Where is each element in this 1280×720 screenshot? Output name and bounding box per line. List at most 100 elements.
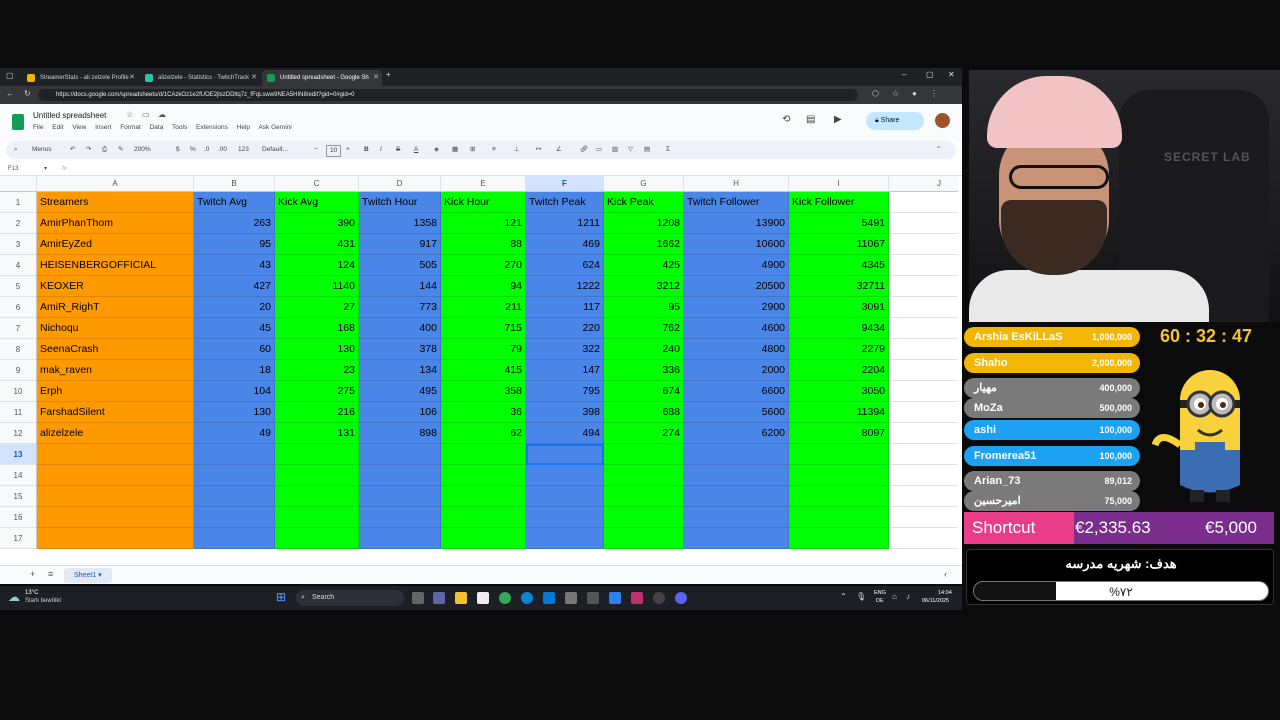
empty-cell[interactable] — [37, 507, 194, 528]
data-cell[interactable]: 773 — [359, 297, 441, 318]
data-cell[interactable]: 2000 — [684, 360, 789, 381]
data-cell[interactable]: 898 — [359, 423, 441, 444]
history-icon[interactable]: ⟲ — [782, 114, 790, 125]
currency-button[interactable]: $ — [176, 141, 180, 159]
clock-date[interactable]: 06/11/2025 — [922, 598, 949, 604]
data-cell[interactable]: 124 — [275, 255, 359, 276]
streamer-name-cell[interactable]: AmirEyZed — [37, 234, 194, 255]
data-cell[interactable]: 4800 — [684, 339, 789, 360]
data-cell[interactable]: 211 — [441, 297, 526, 318]
add-sheet-icon[interactable]: + — [30, 569, 35, 579]
empty-cell[interactable] — [889, 213, 958, 234]
empty-cell[interactable] — [889, 192, 958, 213]
column-header-d[interactable]: D — [359, 176, 441, 192]
data-cell[interactable]: 134 — [359, 360, 441, 381]
select-all-corner[interactable] — [0, 176, 37, 192]
row-header-5[interactable]: 5 — [0, 276, 37, 297]
data-cell[interactable]: 9434 — [789, 318, 889, 339]
empty-cell[interactable] — [889, 465, 958, 486]
edge-icon[interactable] — [521, 592, 533, 604]
explore-icon[interactable]: ‹ — [944, 569, 947, 579]
task-view-icon[interactable] — [412, 592, 424, 604]
profile-icon[interactable]: ● — [912, 89, 917, 98]
data-cell[interactable]: 95 — [194, 234, 275, 255]
header-cell[interactable]: Kick Avg — [275, 192, 359, 213]
column-header-a[interactable]: A — [37, 176, 194, 192]
data-cell[interactable]: 62 — [441, 423, 526, 444]
column-header-b[interactable]: B — [194, 176, 275, 192]
row-header-2[interactable]: 2 — [0, 213, 37, 234]
data-cell[interactable]: 275 — [275, 381, 359, 402]
data-cell[interactable]: 32711 — [789, 276, 889, 297]
menu-insert[interactable]: Insert — [95, 124, 111, 131]
data-cell[interactable]: 106 — [359, 402, 441, 423]
new-tab-button[interactable]: + — [386, 70, 391, 79]
data-cell[interactable]: 358 — [441, 381, 526, 402]
data-cell[interactable]: 427 — [194, 276, 275, 297]
data-cell[interactable]: 6200 — [684, 423, 789, 444]
undo-icon[interactable]: ↶ — [70, 141, 75, 159]
empty-cell[interactable] — [194, 465, 275, 486]
reload-icon[interactable]: ↻ — [24, 89, 31, 98]
data-cell[interactable]: 495 — [359, 381, 441, 402]
empty-cell[interactable] — [194, 444, 275, 465]
column-header-e[interactable]: E — [441, 176, 526, 192]
meet-icon[interactable]: ▶ — [834, 114, 842, 125]
empty-cell[interactable] — [789, 507, 889, 528]
header-cell[interactable]: Twitch Peak — [526, 192, 604, 213]
data-cell[interactable]: 168 — [275, 318, 359, 339]
empty-cell[interactable] — [789, 486, 889, 507]
empty-cell[interactable] — [526, 528, 604, 549]
font-size-field[interactable]: 10 — [326, 145, 342, 157]
empty-cell[interactable] — [889, 234, 958, 255]
column-header-c[interactable]: C — [275, 176, 359, 192]
row-header-1[interactable]: 1 — [0, 192, 37, 213]
empty-cell[interactable] — [275, 528, 359, 549]
header-cell[interactable]: Twitch Avg — [194, 192, 275, 213]
teams-icon[interactable] — [433, 592, 445, 604]
minimize-icon[interactable]: – — [902, 70, 906, 79]
row-header-13[interactable]: 13 — [0, 444, 37, 465]
close-icon[interactable]: ✕ — [373, 70, 379, 86]
empty-cell[interactable] — [37, 486, 194, 507]
redo-icon[interactable]: ↷ — [86, 141, 91, 159]
data-cell[interactable]: 147 — [526, 360, 604, 381]
italic-button[interactable]: I — [380, 141, 382, 159]
data-cell[interactable]: 4345 — [789, 255, 889, 276]
tray-chevron-icon[interactable]: ⌃ — [840, 592, 847, 601]
data-cell[interactable]: 130 — [194, 402, 275, 423]
data-cell[interactable]: 3091 — [789, 297, 889, 318]
empty-cell[interactable] — [889, 402, 958, 423]
zoom-select[interactable]: 200% — [134, 141, 151, 159]
data-cell[interactable]: 1211 — [526, 213, 604, 234]
data-cell[interactable]: 715 — [441, 318, 526, 339]
menu-data[interactable]: Data — [150, 124, 164, 131]
column-header-i[interactable]: I — [789, 176, 889, 192]
data-cell[interactable]: 131 — [275, 423, 359, 444]
streamer-name-cell[interactable]: KEOXER — [37, 276, 194, 297]
data-cell[interactable]: 2279 — [789, 339, 889, 360]
empty-cell[interactable] — [359, 507, 441, 528]
merge-cells-icon[interactable]: ⊞ — [470, 141, 475, 159]
header-cell[interactable]: Kick Hour — [441, 192, 526, 213]
data-cell[interactable]: 94 — [441, 276, 526, 297]
empty-cell[interactable] — [889, 255, 958, 276]
data-cell[interactable]: 624 — [526, 255, 604, 276]
row-header-15[interactable]: 15 — [0, 486, 37, 507]
menu-tools[interactable]: Tools — [172, 124, 187, 131]
empty-cell[interactable] — [441, 528, 526, 549]
increase-decimal-button[interactable]: .00 — [218, 141, 227, 159]
vscode-icon[interactable] — [609, 592, 621, 604]
empty-cell[interactable] — [889, 339, 958, 360]
empty-cell[interactable] — [526, 507, 604, 528]
extensions-icon[interactable]: ⬡ — [872, 89, 879, 98]
text-wrap-icon[interactable]: ↦ — [536, 141, 541, 159]
empty-cell[interactable] — [684, 444, 789, 465]
empty-cell[interactable] — [789, 465, 889, 486]
streamer-name-cell[interactable]: alizelzele — [37, 423, 194, 444]
file-explorer-icon[interactable] — [455, 592, 467, 604]
menu-help[interactable]: Help — [237, 124, 250, 131]
outlook-icon[interactable] — [543, 592, 555, 604]
data-cell[interactable]: 390 — [275, 213, 359, 234]
fill-color-icon[interactable]: ◈ — [434, 141, 439, 159]
